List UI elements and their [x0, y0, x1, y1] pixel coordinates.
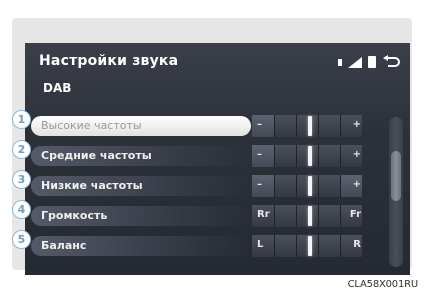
- treble-minus[interactable]: –: [257, 119, 262, 130]
- mid-thumb[interactable]: [308, 146, 312, 166]
- balance-thumb[interactable]: [308, 236, 312, 256]
- bass-thumb[interactable]: [308, 176, 312, 196]
- scrollbar[interactable]: [389, 117, 403, 267]
- bass-plus[interactable]: +: [353, 179, 361, 190]
- row-fader[interactable]: Громкость: [31, 206, 251, 226]
- battery-icon: [368, 56, 376, 68]
- callout-3: 3: [12, 170, 31, 189]
- row-treble[interactable]: Высокие частоты: [31, 116, 251, 136]
- row-bass[interactable]: Низкие частоты: [31, 176, 251, 196]
- treble-slider[interactable]: – +: [252, 115, 368, 137]
- source-label: DAB: [43, 81, 72, 95]
- row-mid[interactable]: Средние частоты: [31, 146, 251, 166]
- callout-2: 2: [12, 140, 31, 159]
- fader-slider[interactable]: Rr Fr: [252, 205, 368, 227]
- status-area: [338, 55, 400, 69]
- callout-1: 1: [12, 110, 31, 129]
- scrollbar-thumb[interactable]: [391, 151, 401, 201]
- mid-minus[interactable]: –: [257, 149, 262, 160]
- row-balance[interactable]: Баланс: [31, 236, 251, 256]
- balance-right[interactable]: R: [353, 239, 361, 250]
- treble-thumb[interactable]: [308, 116, 312, 136]
- page-title: Настройки звука: [39, 53, 179, 69]
- fader-front[interactable]: Fr: [350, 209, 361, 220]
- fader-rear[interactable]: Rr: [257, 209, 270, 220]
- callout-4: 4: [12, 200, 31, 219]
- bass-slider[interactable]: – +: [252, 175, 368, 197]
- mid-plus[interactable]: +: [353, 149, 361, 160]
- back-arrow-icon[interactable]: [382, 55, 400, 69]
- image-code: CLA58X001RU: [347, 279, 419, 290]
- bass-minus[interactable]: –: [257, 179, 262, 190]
- signal-icon: [348, 56, 362, 68]
- balance-slider[interactable]: L R: [252, 235, 368, 257]
- balance-left[interactable]: L: [257, 239, 263, 250]
- display-screen: Настройки звука DAB Высокие частоты Сред…: [25, 43, 410, 275]
- callout-5: 5: [12, 230, 31, 249]
- signal-small-bar: [338, 58, 342, 66]
- fader-thumb[interactable]: [308, 206, 312, 226]
- mid-slider[interactable]: – +: [252, 145, 368, 167]
- treble-plus[interactable]: +: [353, 119, 361, 130]
